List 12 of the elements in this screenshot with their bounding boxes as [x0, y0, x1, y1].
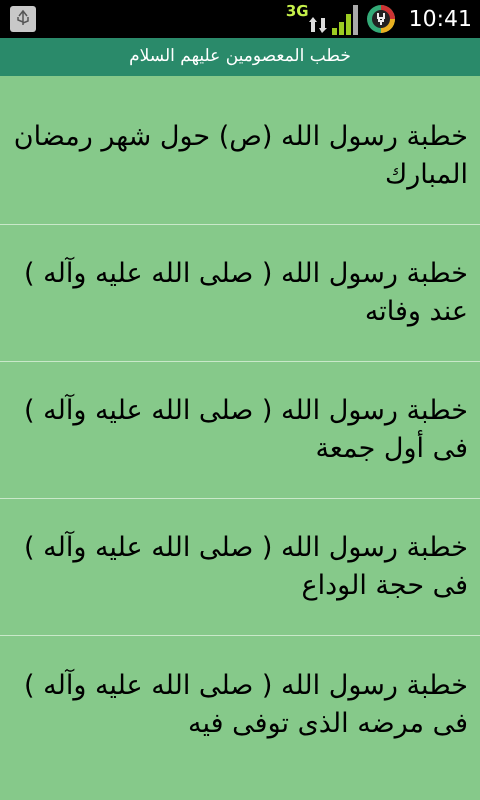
- list-item[interactable]: خطبة رسول الله ( صلى الله عليه وآله ) عند وفاته: [12, 255, 468, 331]
- list-item[interactable]: خطبة رسول الله (ص) حول شهر رمضان المبارك: [12, 118, 468, 194]
- list-item[interactable]: خطبة رسول الله ( صلى الله عليه وآله ) فى أول جمعة: [12, 392, 468, 468]
- network-type-label: 3G: [286, 4, 309, 19]
- battery-charging-icon: [364, 3, 397, 35]
- status-time: 10:41: [408, 6, 472, 34]
- app-title: خطب المعصومين عليهم السلام: [129, 45, 351, 68]
- list-item[interactable]: خطبة رسول الله ( صلى الله عليه وآله ) فى مرضه الذى توفى فيه: [12, 666, 468, 742]
- list-item[interactable]: خطبة رسول الله ( صلى الله عليه وآله ) فى حجة الوداع: [12, 529, 468, 605]
- data-arrows-icon: [308, 15, 327, 35]
- signal-icon: [330, 2, 361, 36]
- usb-icon: [8, 4, 38, 34]
